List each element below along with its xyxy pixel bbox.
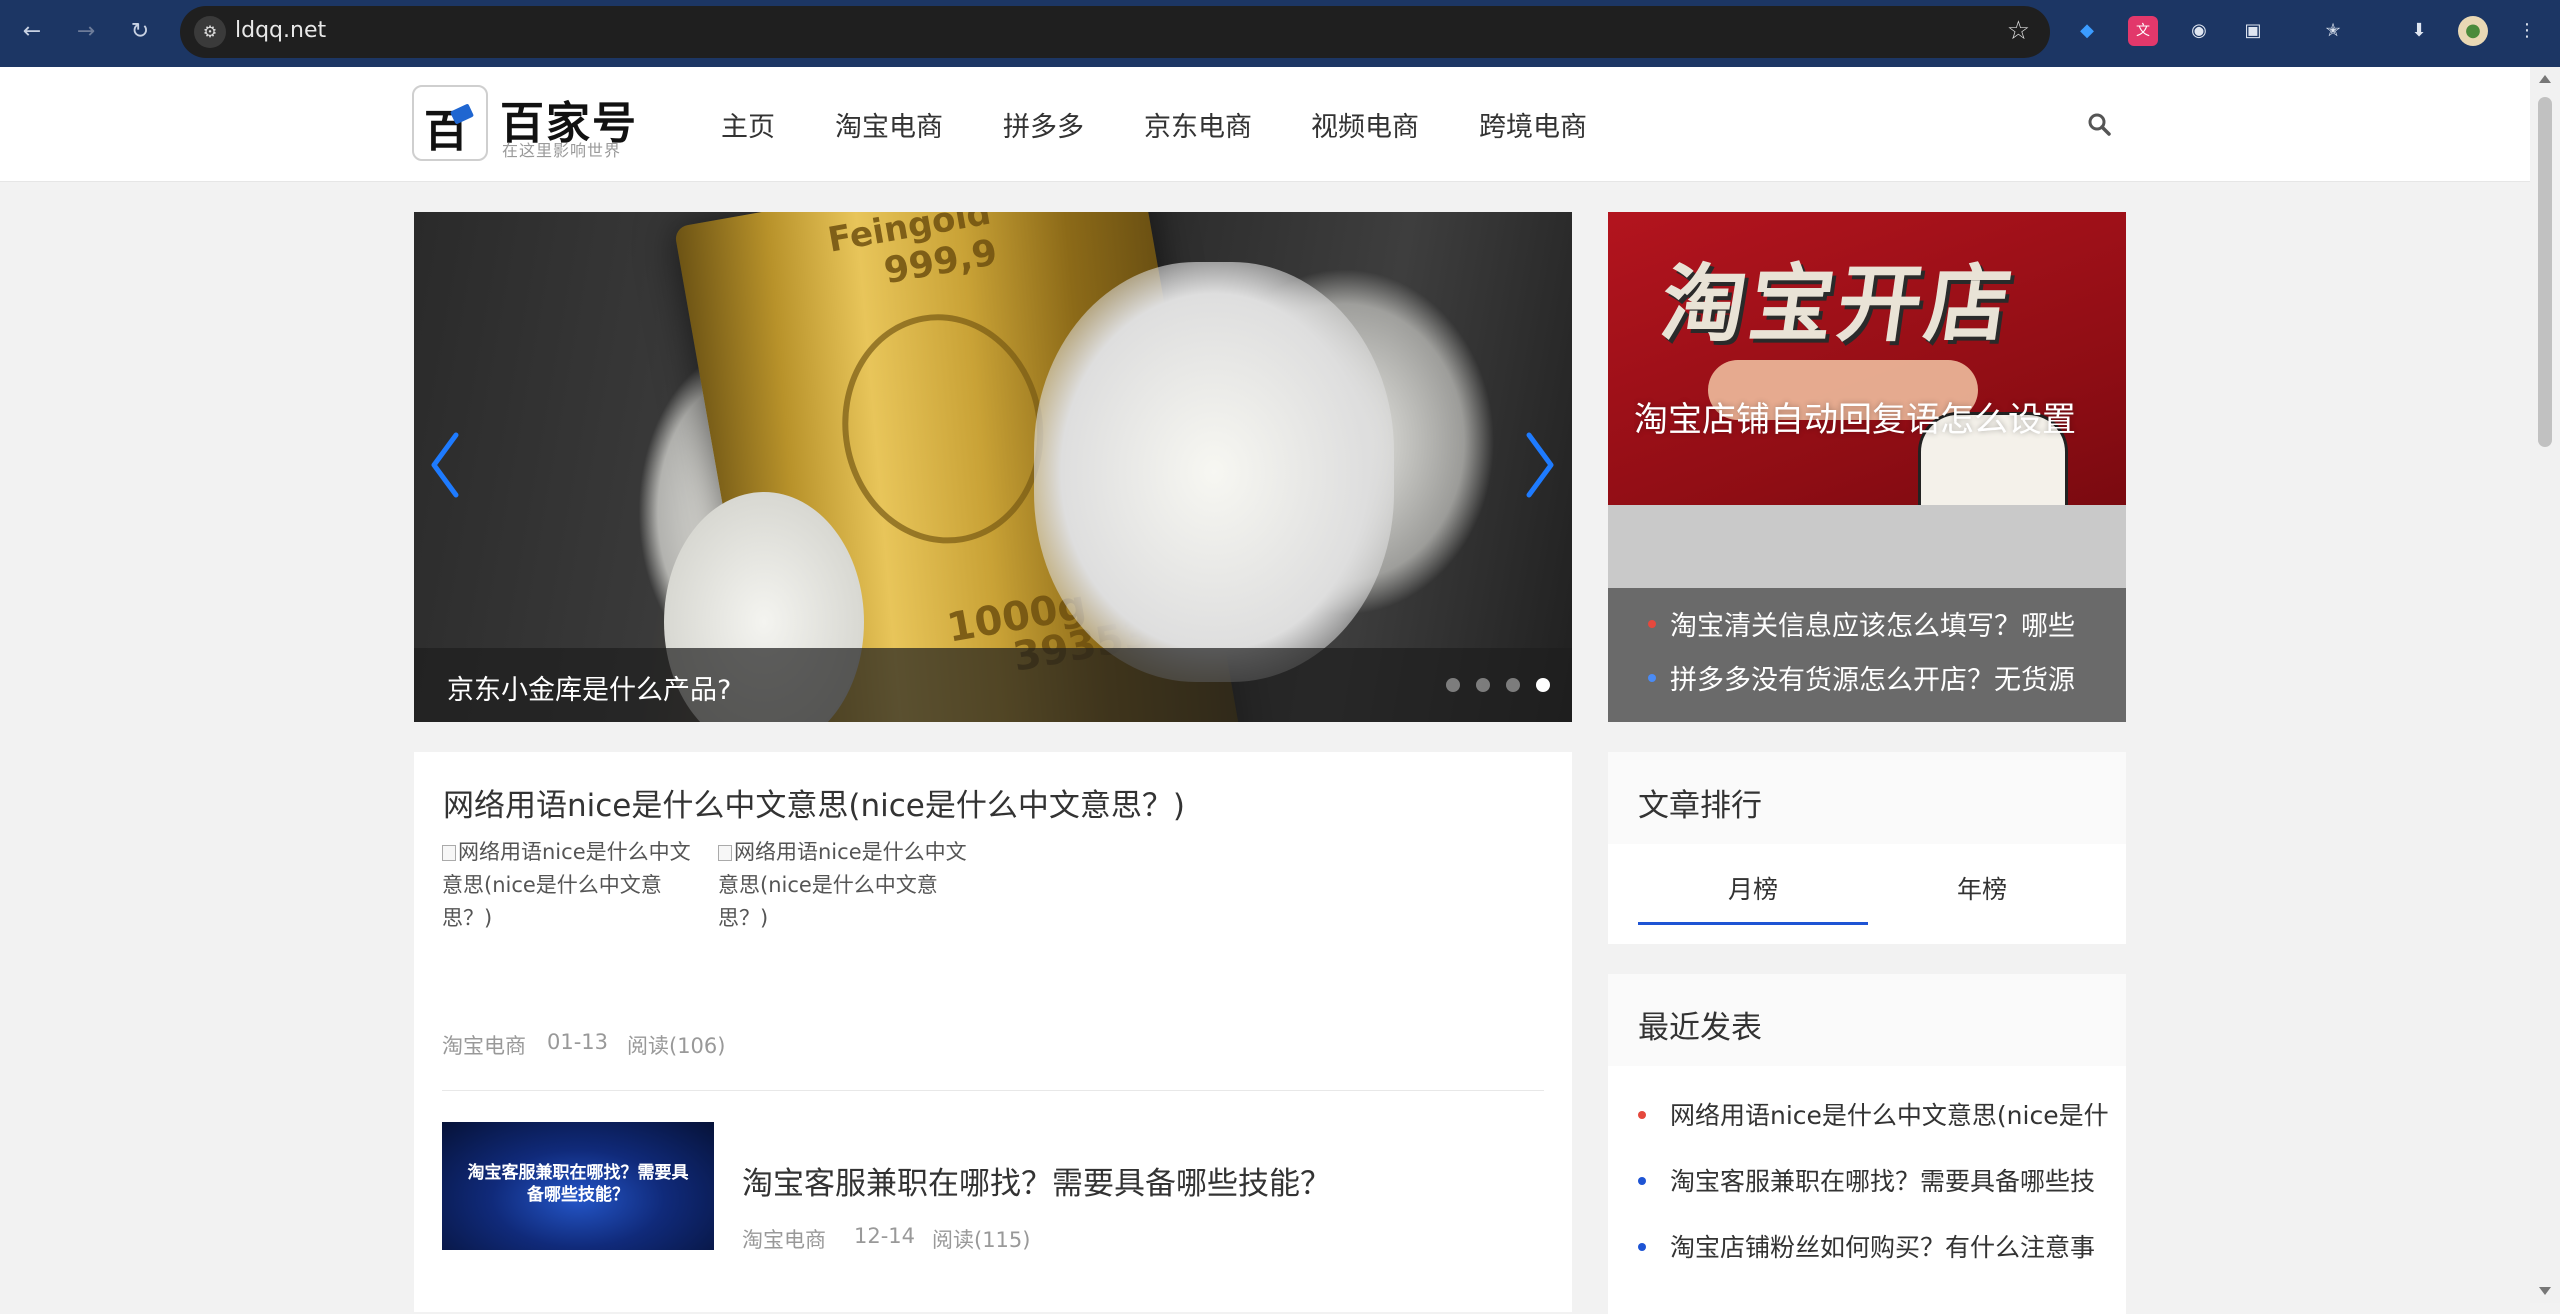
url-text[interactable]: ldqq.net bbox=[235, 18, 326, 43]
gem-extension-icon[interactable]: ◆ bbox=[2072, 16, 2102, 46]
bookmark-star-icon[interactable]: ☆ bbox=[2007, 16, 2030, 46]
site-slogan: 在这里影响世界 bbox=[502, 141, 622, 160]
favorites-icon[interactable]: ✭ bbox=[2318, 16, 2348, 46]
gold-bar-seal bbox=[824, 298, 1062, 560]
tab-yearly[interactable]: 年榜 bbox=[1957, 870, 2007, 906]
article-reads: 阅读(106) bbox=[627, 1034, 726, 1058]
article-category[interactable]: 淘宝电商 bbox=[442, 1030, 526, 1060]
ranking-widget: 文章排行 月榜 年榜 bbox=[1608, 752, 2126, 944]
broken-image-icon bbox=[442, 845, 456, 861]
recent-posts-widget: 最近发表 网络用语nice是什么中文意思(nice是什 淘宝客服兼职在哪找？需要… bbox=[1608, 974, 2126, 1314]
tab-monthly[interactable]: 月榜 bbox=[1728, 870, 1778, 906]
image-alt-text: 网络用语nice是什么中文意思(nice是什么中文意思？) bbox=[718, 840, 967, 930]
reload-icon[interactable]: ↻ bbox=[122, 14, 158, 50]
side-banner: 淘宝开店 淘宝店铺自动回复语怎么设置 淘宝清关信息应该怎么填写？哪些 拼多多没有… bbox=[1608, 212, 2126, 722]
recent-post-link[interactable]: 淘宝店铺粉丝如何购买？有什么注意事 bbox=[1670, 1228, 2110, 1264]
profile-avatar[interactable]: ● bbox=[2458, 16, 2488, 46]
download-icon[interactable]: ⬇ bbox=[2404, 16, 2434, 46]
article-category[interactable]: 淘宝电商 bbox=[742, 1224, 826, 1254]
extension-icon[interactable]: ◉ bbox=[2184, 16, 2214, 46]
broken-image-icon bbox=[718, 845, 732, 861]
address-bar[interactable]: ⚙ ldqq.net ☆ bbox=[180, 6, 2050, 58]
banner-list-item[interactable]: 淘宝清关信息应该怎么填写？哪些 bbox=[1670, 604, 2110, 643]
search-icon[interactable] bbox=[2087, 112, 2111, 136]
browser-toolbar: ← → ↻ ⚙ ldqq.net ☆ ◆ 文 ◉ ▣ ✭ ⬇ ● ⋮ bbox=[0, 0, 2560, 67]
site-header: 百 百家号 在这里影响世界 主页 淘宝电商 拼多多 京东电商 视频电商 跨境电商 bbox=[0, 67, 2530, 182]
bullet-dot bbox=[1648, 620, 1656, 628]
banner-spacer bbox=[1608, 505, 2126, 588]
article-thumbnail[interactable]: 淘宝客服兼职在哪找？需要具备哪些技能？ bbox=[442, 1122, 714, 1250]
active-tab-indicator bbox=[1638, 922, 1868, 925]
scroll-down-arrow-icon[interactable] bbox=[2539, 1287, 2551, 1295]
site-info-icon[interactable]: ⚙ bbox=[194, 16, 226, 48]
nav-item-jingdong[interactable]: 京东电商 bbox=[1144, 105, 1252, 144]
puzzle-extensions-icon[interactable]: ▣ bbox=[2238, 16, 2268, 46]
carousel-dot[interactable] bbox=[1506, 678, 1520, 692]
glove-image bbox=[1034, 262, 1394, 682]
bullet-dot bbox=[1638, 1243, 1646, 1251]
article-title[interactable]: 网络用语nice是什么中文意思(nice是什么中文意思？) bbox=[443, 780, 1185, 825]
bullet-dot bbox=[1648, 674, 1656, 682]
article-image-broken[interactable]: 网络用语nice是什么中文意思(nice是什么中文意思？) bbox=[442, 836, 710, 935]
article-list: 网络用语nice是什么中文意思(nice是什么中文意思？) 网络用语nice是什… bbox=[414, 752, 1572, 1312]
article-image-broken[interactable]: 网络用语nice是什么中文意思(nice是什么中文意思？) bbox=[718, 836, 986, 935]
carousel-caption-bar: 京东小金库是什么产品? bbox=[414, 648, 1572, 722]
widget-title: 最近发表 bbox=[1638, 1010, 1762, 1046]
article-reads: 阅读(115) bbox=[932, 1228, 1031, 1252]
nav-item-taobao[interactable]: 淘宝电商 bbox=[835, 105, 943, 144]
bullet-dot bbox=[1638, 1177, 1646, 1185]
article-date: 01-13 bbox=[547, 1030, 609, 1054]
banner-image[interactable]: 淘宝开店 淘宝店铺自动回复语怎么设置 bbox=[1608, 212, 2126, 505]
site-logo[interactable]: 百 bbox=[412, 85, 488, 161]
image-alt-text: 网络用语nice是什么中文意思(nice是什么中文意思？) bbox=[442, 840, 691, 930]
banner-list-item[interactable]: 拼多多没有货源怎么开店？无货源 bbox=[1670, 658, 2110, 697]
carousel-next-icon[interactable] bbox=[1519, 430, 1559, 500]
banner-caption[interactable]: 淘宝店铺自动回复语怎么设置 bbox=[1634, 392, 2104, 441]
carousel-dot[interactable] bbox=[1476, 678, 1490, 692]
nav-item-video[interactable]: 视频电商 bbox=[1311, 105, 1419, 144]
menu-kebab-icon[interactable]: ⋮ bbox=[2512, 16, 2542, 46]
article-title[interactable]: 淘宝客服兼职在哪找？需要具备哪些技能？ bbox=[742, 1158, 1331, 1203]
widget-header: 文章排行 bbox=[1608, 752, 2126, 844]
carousel-caption[interactable]: 京东小金库是什么产品? bbox=[447, 668, 731, 707]
banner-image-title: 淘宝开店 bbox=[1655, 255, 2021, 353]
forward-arrow-icon[interactable]: → bbox=[68, 14, 104, 50]
translate-extension-icon[interactable]: 文 bbox=[2128, 16, 2158, 46]
carousel-prev-icon[interactable] bbox=[426, 430, 466, 500]
page-scrollbar[interactable] bbox=[2530, 67, 2560, 1303]
nav-item-home[interactable]: 主页 bbox=[721, 105, 775, 144]
carousel-dot-active[interactable] bbox=[1536, 678, 1550, 692]
nav-item-crossborder[interactable]: 跨境电商 bbox=[1479, 105, 1587, 144]
logo-glyph: 百 bbox=[424, 106, 468, 157]
scrollbar-thumb[interactable] bbox=[2538, 97, 2552, 447]
scroll-up-arrow-icon[interactable] bbox=[2539, 75, 2551, 83]
bullet-dot bbox=[1638, 1111, 1646, 1119]
widget-header: 最近发表 bbox=[1608, 974, 2126, 1066]
recent-post-link[interactable]: 网络用语nice是什么中文意思(nice是什 bbox=[1670, 1096, 2110, 1132]
article-date: 12-14 bbox=[854, 1224, 916, 1248]
thumbnail-text: 淘宝客服兼职在哪找？需要具备哪些技能？ bbox=[467, 1163, 689, 1205]
nav-item-pinduoduo[interactable]: 拼多多 bbox=[1003, 105, 1084, 144]
carousel-dot[interactable] bbox=[1446, 678, 1460, 692]
widget-title: 文章排行 bbox=[1638, 788, 1762, 824]
back-arrow-icon[interactable]: ← bbox=[14, 14, 50, 50]
image-carousel[interactable]: Feingold 999,9 1000g 39353 京东小金库是什么产品? bbox=[414, 212, 1572, 722]
divider bbox=[442, 1090, 1544, 1091]
recent-post-link[interactable]: 淘宝客服兼职在哪找？需要具备哪些技 bbox=[1670, 1162, 2110, 1198]
